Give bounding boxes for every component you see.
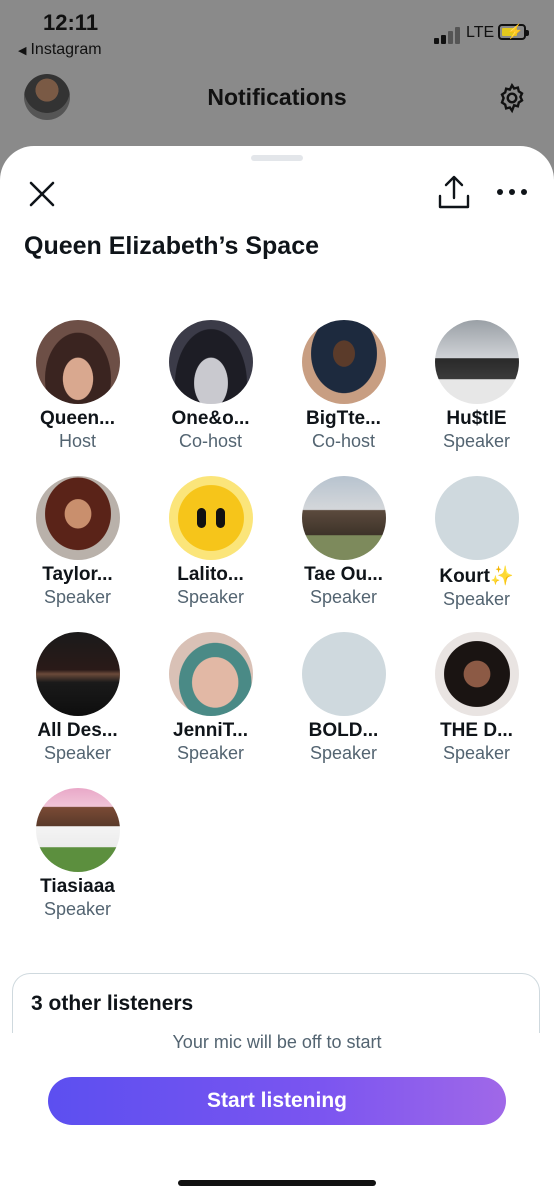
avatar [301, 476, 386, 560]
participant-card[interactable]: Hu$tlE Speaker [410, 320, 543, 452]
avatar [434, 632, 519, 716]
participant-name: BigTte... [306, 408, 381, 429]
participant-card[interactable]: BigTte... Co-host [277, 320, 410, 452]
start-listening-button[interactable]: Start listening [48, 1077, 506, 1125]
share-icon[interactable] [437, 174, 471, 210]
avatar [168, 632, 253, 716]
participant-name: Kourt✨ [439, 566, 514, 587]
avatar [301, 320, 386, 404]
participant-name: BOLD... [308, 720, 379, 741]
participant-name: Queen... [40, 408, 115, 429]
participant-name: Tae Ou... [304, 564, 383, 585]
avatar [434, 476, 519, 560]
participant-card[interactable]: Taylor... Speaker [11, 476, 144, 608]
space-title: Queen Elizabeth’s Space [24, 232, 320, 260]
network-label: LTE [466, 24, 495, 41]
close-icon[interactable] [26, 178, 58, 210]
participant-name: Lalito... [177, 564, 244, 585]
participant-name: JenniT... [173, 720, 248, 741]
participant-card[interactable]: Tiasiaaa Speaker [11, 788, 144, 920]
space-sheet: Queen Elizabeth’s Space Queen... Host On… [0, 146, 554, 1200]
participant-name: Hu$tlE [446, 408, 507, 429]
avatar [35, 476, 120, 560]
participant-role: Speaker [442, 431, 511, 451]
participant-card[interactable]: BOLD... Speaker [277, 632, 410, 764]
participant-role: Host [58, 431, 96, 451]
participant-card[interactable]: Kourt✨ Speaker [410, 476, 543, 610]
avatar [35, 320, 120, 404]
sheet-grabber[interactable] [251, 155, 303, 161]
participant-card[interactable]: Tae Ou... Speaker [277, 476, 410, 608]
signal-icon [434, 26, 462, 44]
avatar [168, 320, 253, 404]
participant-role: Speaker [309, 743, 378, 763]
gear-icon[interactable] [496, 82, 528, 114]
avatar [35, 788, 120, 872]
participant-role: Speaker [43, 899, 112, 919]
participant-role: Speaker [442, 589, 511, 609]
participant-role: Speaker [442, 743, 511, 763]
back-to-app-link[interactable]: ◀ Instagram [18, 41, 102, 59]
home-indicator [178, 1180, 376, 1186]
participant-name: Taylor... [42, 564, 113, 585]
participant-role: Speaker [309, 587, 378, 607]
page-title: Notifications [207, 84, 347, 110]
avatar [168, 476, 253, 560]
participant-card[interactable]: Lalito... Speaker [144, 476, 277, 608]
participant-role: Co-host [178, 431, 243, 451]
participant-card[interactable]: JenniT... Speaker [144, 632, 277, 764]
participant-name: All Des... [37, 720, 118, 741]
more-options-icon[interactable] [494, 182, 530, 202]
back-app-label: Instagram [30, 41, 102, 58]
participant-role: Speaker [43, 587, 112, 607]
participant-role: Speaker [43, 743, 112, 763]
participant-card[interactable]: All Des... Speaker [11, 632, 144, 764]
participant-name: THE D... [440, 720, 513, 741]
battery-icon: ⚡ [498, 23, 529, 40]
notifications-header: Notifications [0, 70, 554, 126]
mic-notice: Your mic will be off to start [172, 1032, 382, 1052]
participant-name: Tiasiaaa [40, 876, 115, 897]
avatar [301, 632, 386, 716]
back-triangle-icon: ◀ [18, 45, 27, 57]
participant-card[interactable]: THE D... Speaker [410, 632, 543, 764]
listeners-label: 3 other listeners [31, 992, 194, 1015]
participant-card[interactable]: One&o... Co-host [144, 320, 277, 452]
participant-name: One&o... [171, 408, 250, 429]
avatar [434, 320, 519, 404]
participant-role: Speaker [176, 743, 245, 763]
participant-role: Speaker [176, 587, 245, 607]
status-time: 12:11 [43, 10, 99, 35]
status-bar: 12:11 ◀ Instagram LTE ⚡ [0, 0, 554, 64]
other-listeners-panel[interactable]: 3 other listeners [12, 973, 540, 1033]
participant-role: Co-host [311, 431, 376, 451]
star-icon [169, 476, 253, 560]
participant-card[interactable]: Queen... Host [11, 320, 144, 452]
avatar [35, 632, 120, 716]
